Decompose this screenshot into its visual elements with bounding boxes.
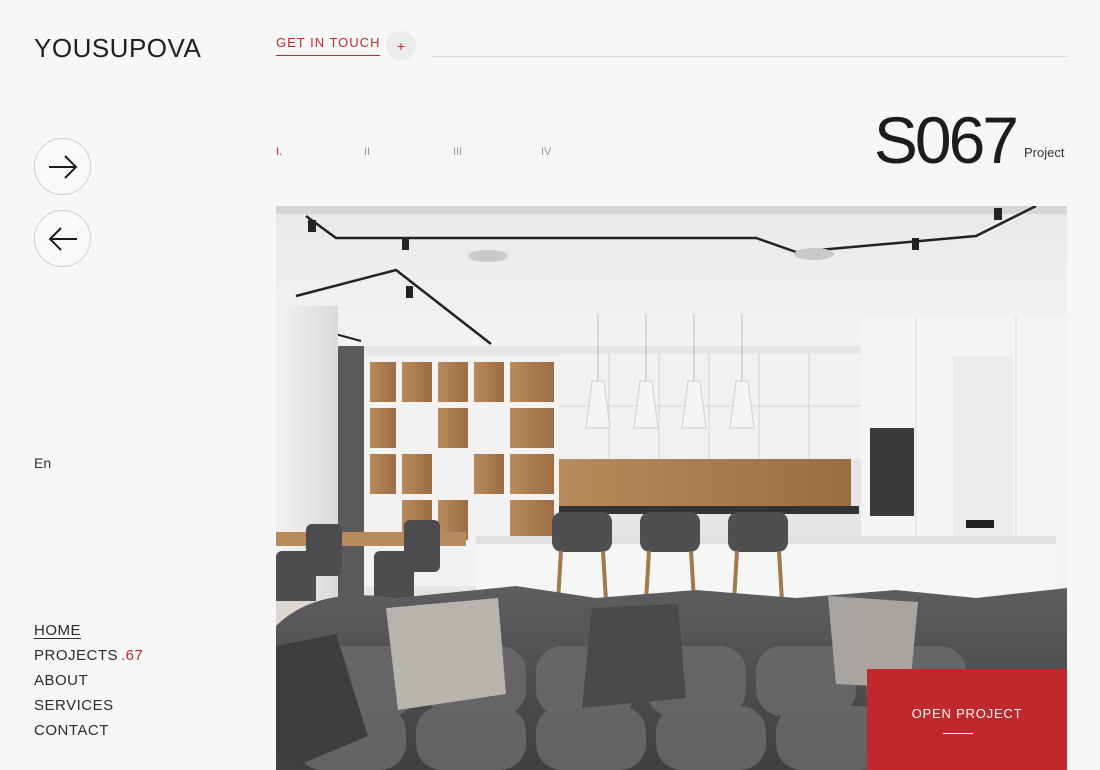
slide-indicator-1[interactable]: I. [276,146,282,158]
open-project-label: OPEN PROJECT [911,705,1023,721]
slide-indicator-4[interactable]: IV [541,146,551,158]
get-in-touch-link[interactable]: GET IN TOUCH [276,35,381,56]
next-project-button[interactable] [34,138,91,195]
main-navigation: HOME PROJECTS .67 ABOUT SERVICES CONTACT [34,621,143,746]
nav-item-label: ABOUT [34,672,89,689]
nav-item-home[interactable]: HOME [34,621,143,646]
previous-project-button[interactable] [34,210,91,267]
nav-item-services[interactable]: SERVICES [34,696,143,721]
nav-item-projects[interactable]: PROJECTS .67 [34,646,143,671]
brand-logo[interactable]: YOUSUPOVA [34,33,201,64]
nav-item-label: CONTACT [34,722,109,739]
nav-item-label: PROJECTS [34,647,119,664]
slide-indicator-3[interactable]: III [453,146,462,158]
header-divider [432,56,1068,57]
open-project-button[interactable]: OPEN PROJECT [867,669,1067,770]
nav-item-label: HOME [34,622,81,639]
slide-indicator-2[interactable]: II [364,146,370,158]
nav-item-label: SERVICES [34,697,114,714]
arrow-left-icon [48,226,77,251]
project-label: Project [1024,145,1065,160]
projects-count-badge: .67 [121,647,144,664]
nav-item-about[interactable]: ABOUT [34,671,143,696]
open-project-underline [943,732,973,734]
language-switcher[interactable]: En [34,455,51,471]
arrow-right-icon [48,154,77,179]
project-number: S067 [873,103,1019,177]
nav-item-contact[interactable]: CONTACT [34,721,143,746]
get-in-touch-plus-button[interactable]: + [386,31,416,61]
